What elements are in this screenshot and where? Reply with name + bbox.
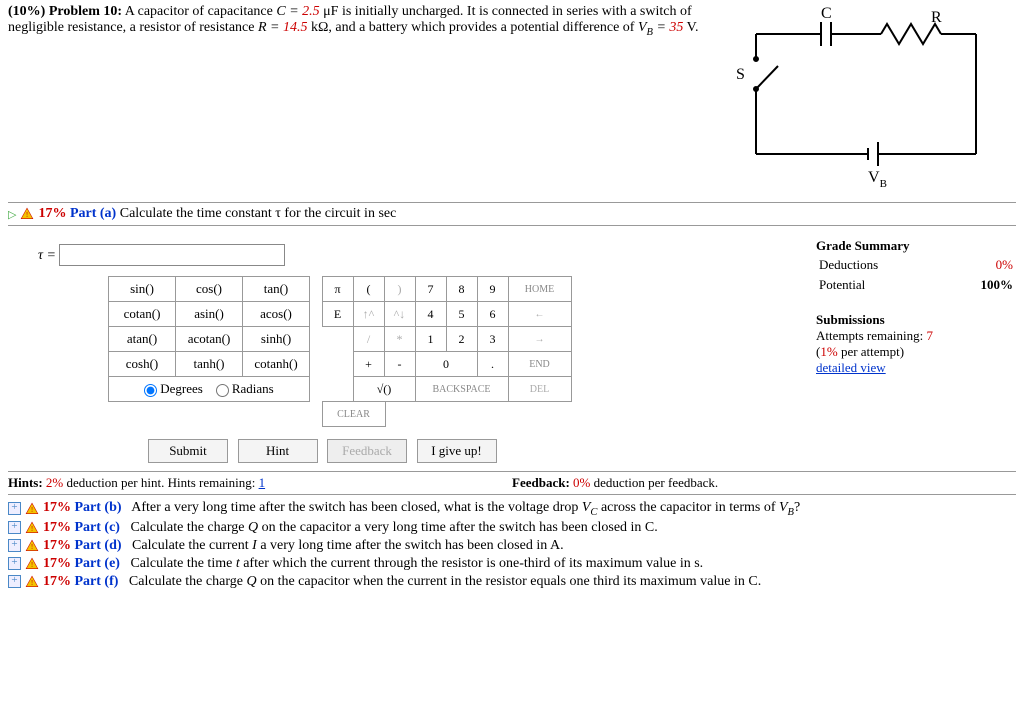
home-button[interactable]: HOME <box>508 277 571 302</box>
down-button[interactable]: ^↓ <box>384 302 415 327</box>
number-keypad: π ( ) 7 8 9 HOME E ↑^ ^↓ 4 5 6 <box>322 276 572 427</box>
right-button[interactable]: → <box>508 327 571 352</box>
expand-icon[interactable]: ▷ <box>8 208 16 221</box>
num-1[interactable]: 1 <box>415 327 446 352</box>
svg-text:!: ! <box>31 578 33 586</box>
sin-button[interactable]: sin() <box>109 277 176 302</box>
dot-button[interactable]: . <box>477 352 508 377</box>
acos-button[interactable]: acos() <box>243 302 310 327</box>
num-3[interactable]: 3 <box>477 327 508 352</box>
warning-icon: ! <box>25 556 39 572</box>
lparen-button[interactable]: ( <box>353 277 384 302</box>
plus-button[interactable]: + <box>353 352 384 377</box>
expand-icon[interactable]: + <box>8 502 21 515</box>
hints-feedback-bar: Hints: 2% deduction per hint. Hints rema… <box>8 471 1016 495</box>
svg-text:!: ! <box>31 560 33 568</box>
cotanh-button[interactable]: cotanh() <box>243 352 310 377</box>
radians-radio[interactable]: Radians <box>216 381 274 396</box>
e-button[interactable]: E <box>322 302 353 327</box>
warning-icon: ! <box>25 520 39 536</box>
left-button[interactable]: ← <box>508 302 571 327</box>
grade-summary: Grade Summary Deductions0% Potential100%… <box>816 238 1016 376</box>
problem-statement: (10%) Problem 10: A capacitor of capacit… <box>8 4 716 194</box>
cosh-button[interactable]: cosh() <box>109 352 176 377</box>
warning-icon: ! <box>25 501 39 517</box>
svg-text:!: ! <box>26 211 28 219</box>
hint-button[interactable]: Hint <box>238 439 318 463</box>
num-7[interactable]: 7 <box>415 277 446 302</box>
num-4[interactable]: 4 <box>415 302 446 327</box>
svg-text:!: ! <box>31 506 33 514</box>
svg-text:!: ! <box>31 542 33 550</box>
degrees-radio[interactable]: Degrees <box>144 381 203 396</box>
pi-button[interactable]: π <box>322 277 353 302</box>
cos-button[interactable]: cos() <box>176 277 243 302</box>
sinh-button[interactable]: sinh() <box>243 327 310 352</box>
asin-button[interactable]: asin() <box>176 302 243 327</box>
expand-icon[interactable]: + <box>8 557 21 570</box>
other-parts: +!17% Part (b) After a very long time af… <box>8 499 1016 591</box>
minus-button[interactable]: - <box>384 352 415 377</box>
warning-icon: ! <box>20 206 34 222</box>
svg-text:C: C <box>821 5 832 22</box>
svg-text:!: ! <box>31 524 33 532</box>
end-button[interactable]: END <box>508 352 571 377</box>
part-a-header: ▷ ! 17% Part (a) Calculate the time cons… <box>8 202 1016 226</box>
backspace-button[interactable]: BACKSPACE <box>415 377 508 402</box>
expand-icon[interactable]: + <box>8 539 21 552</box>
divide-button[interactable]: / <box>353 327 384 352</box>
sqrt-button[interactable]: √() <box>353 377 415 402</box>
answer-input[interactable] <box>59 244 285 266</box>
svg-text:VB: VB <box>868 169 887 190</box>
acotan-button[interactable]: acotan() <box>176 327 243 352</box>
tanh-button[interactable]: tanh() <box>176 352 243 377</box>
tau-label: τ = <box>38 248 59 263</box>
expand-icon[interactable]: + <box>8 575 21 588</box>
tan-button[interactable]: tan() <box>243 277 310 302</box>
num-0[interactable]: 0 <box>415 352 477 377</box>
function-keypad: sin()cos()tan() cotan()asin()acos() atan… <box>108 276 310 402</box>
warning-icon: ! <box>25 538 39 554</box>
multiply-button[interactable]: * <box>384 327 415 352</box>
expand-icon[interactable]: + <box>8 521 21 534</box>
rparen-button[interactable]: ) <box>384 277 415 302</box>
num-8[interactable]: 8 <box>446 277 477 302</box>
num-9[interactable]: 9 <box>477 277 508 302</box>
cotan-button[interactable]: cotan() <box>109 302 176 327</box>
num-2[interactable]: 2 <box>446 327 477 352</box>
circuit-diagram: S C R VB <box>716 4 1016 194</box>
detailed-view-link[interactable]: detailed view <box>816 360 886 375</box>
del-button[interactable]: DEL <box>508 377 571 402</box>
clear-button[interactable]: CLEAR <box>322 402 385 427</box>
feedback-button[interactable]: Feedback <box>327 439 407 463</box>
warning-icon: ! <box>25 574 39 590</box>
num-5[interactable]: 5 <box>446 302 477 327</box>
atan-button[interactable]: atan() <box>109 327 176 352</box>
giveup-button[interactable]: I give up! <box>417 439 497 463</box>
submit-button[interactable]: Submit <box>148 439 228 463</box>
svg-text:S: S <box>736 66 745 83</box>
up-button[interactable]: ↑^ <box>353 302 384 327</box>
svg-text:R: R <box>931 9 942 26</box>
num-6[interactable]: 6 <box>477 302 508 327</box>
